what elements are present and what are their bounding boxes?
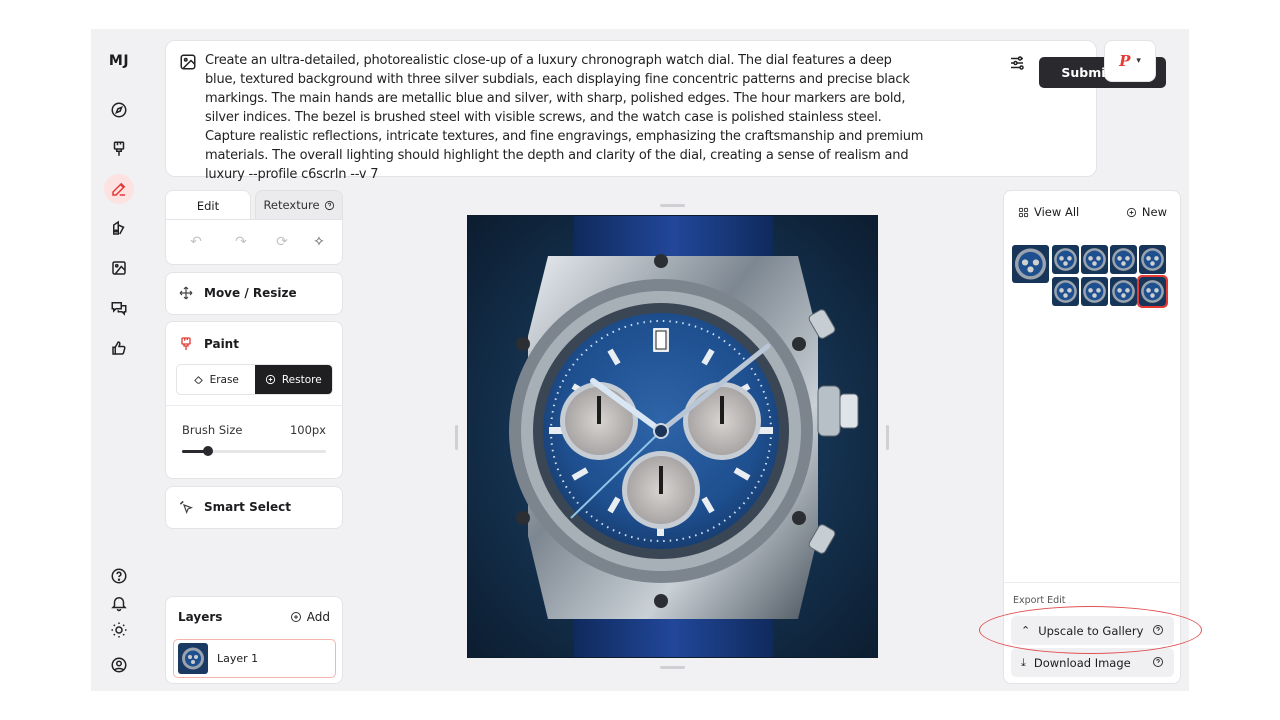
tab-edit[interactable]: Edit — [165, 190, 251, 220]
grid-icon — [1018, 207, 1029, 217]
plus-circle-icon — [265, 374, 275, 385]
move-resize-tool[interactable]: Move / Resize — [165, 272, 343, 315]
view-all-label: View All — [1034, 205, 1080, 219]
download-label: Download Image — [1033, 655, 1131, 670]
new-edit-button[interactable]: New — [1126, 205, 1167, 219]
magic-wand-icon[interactable]: ✧ — [311, 234, 327, 250]
history-toolbar: ↶ ↷ ⟳ ✧ — [165, 219, 343, 265]
profile-letter: P — [1119, 52, 1131, 70]
move-resize-label: Move / Resize — [204, 286, 297, 300]
brand-logo[interactable]: MJ — [91, 53, 147, 69]
brush-size-value: 100px — [289, 423, 326, 437]
layers-panel: Layers Add Layer 1 — [165, 596, 343, 684]
profile-dropdown[interactable]: P ▾ — [1104, 40, 1156, 82]
editor-tabs: Edit Retexture — [165, 190, 343, 220]
download-icon: ⤓ — [1021, 655, 1026, 669]
paint-label: Paint — [204, 337, 239, 351]
layers-title: Layers — [178, 610, 223, 624]
user-circle-icon[interactable] — [104, 650, 134, 680]
restore-label: Restore — [281, 373, 322, 386]
thumbs-up-icon[interactable] — [104, 333, 134, 363]
resize-handle-left[interactable] — [455, 425, 458, 450]
divider — [1004, 582, 1180, 583]
app-window: MJ Create an ultra-detailed, photorealis… — [91, 29, 1189, 691]
image-prompt-icon[interactable] — [179, 53, 197, 71]
compass-icon[interactable] — [104, 95, 134, 125]
divider — [166, 405, 342, 406]
palette-icon[interactable] — [104, 213, 134, 243]
prompt-box[interactable]: Create an ultra-detailed, photorealistic… — [165, 40, 1166, 182]
export-edit-label: Export Edit — [1013, 595, 1066, 606]
help-circle-icon[interactable] — [104, 561, 134, 591]
resize-handle-bottom[interactable] — [660, 666, 685, 669]
gallery-thumbnail[interactable] — [1081, 277, 1108, 306]
layer-item[interactable]: Layer 1 — [173, 639, 336, 678]
plus-circle-icon — [290, 612, 301, 622]
help-circle-icon[interactable] — [1152, 656, 1164, 668]
smart-select-label: Smart Select — [204, 500, 291, 514]
highlight-annotation — [979, 606, 1202, 654]
restore-button[interactable]: Restore — [254, 365, 332, 394]
add-layer-label: Add — [306, 610, 330, 624]
gallery-thumbnail[interactable] — [1052, 277, 1079, 306]
brush-slider-handle[interactable] — [202, 446, 213, 456]
gallery-thumbnail[interactable] — [1052, 245, 1079, 274]
edit-pencil-icon[interactable] — [104, 174, 134, 204]
reset-icon[interactable]: ⟳ — [274, 234, 290, 250]
tab-retexture-label: Retexture — [263, 198, 320, 212]
sliders-icon[interactable] — [1008, 54, 1026, 72]
eraser-icon — [193, 376, 203, 384]
chevron-down-icon: ▾ — [1136, 56, 1141, 66]
sun-icon[interactable] — [104, 615, 134, 645]
paint-mode-toggle: Erase Restore — [176, 364, 333, 395]
resize-handle-top[interactable] — [660, 204, 685, 207]
view-all-button[interactable]: View All — [1018, 205, 1079, 219]
paint-tool-panel: Paint Erase Restore Brush Size 100px — [165, 321, 343, 479]
layer-thumbnail — [178, 643, 208, 674]
cursor-click-icon — [180, 501, 194, 515]
brush-size-slider[interactable] — [182, 446, 326, 456]
chat-bubbles-icon[interactable] — [104, 293, 134, 323]
gallery-thumbnail[interactable] — [1110, 277, 1137, 306]
sidebar: MJ — [91, 29, 152, 691]
tab-retexture[interactable]: Retexture — [255, 190, 343, 220]
paint-tool[interactable]: Paint — [178, 336, 239, 352]
erase-label: Erase — [209, 373, 239, 386]
new-label: New — [1141, 205, 1167, 219]
watch-image — [468, 216, 877, 657]
plus-circle-icon — [1126, 207, 1136, 217]
gallery-thumbnail[interactable] — [1012, 245, 1049, 283]
undo-icon[interactable]: ↶ — [188, 234, 204, 250]
edit-canvas[interactable] — [467, 215, 878, 658]
prompt-text[interactable]: Create an ultra-detailed, photorealistic… — [205, 51, 925, 184]
brush-size-label: Brush Size — [182, 423, 243, 437]
erase-button[interactable]: Erase — [177, 365, 255, 394]
add-layer-button[interactable]: Add — [290, 610, 330, 624]
gallery-thumbnail[interactable] — [1139, 245, 1166, 274]
redo-icon[interactable]: ↷ — [233, 234, 249, 250]
gallery-thumbnail[interactable] — [1081, 245, 1108, 274]
image-icon[interactable] — [104, 253, 134, 283]
resize-handle-right[interactable] — [886, 425, 889, 450]
gallery-thumbnail[interactable] — [1137, 275, 1168, 308]
help-circle-icon — [324, 200, 334, 210]
gallery-thumbnail[interactable] — [1110, 245, 1137, 274]
layer-name: Layer 1 — [217, 652, 259, 665]
smart-select-tool[interactable]: Smart Select — [165, 486, 343, 529]
paintbrush-icon[interactable] — [104, 134, 134, 164]
paintbrush-icon — [181, 337, 191, 350]
bell-icon[interactable] — [104, 588, 134, 618]
move-arrows-icon — [179, 286, 193, 300]
